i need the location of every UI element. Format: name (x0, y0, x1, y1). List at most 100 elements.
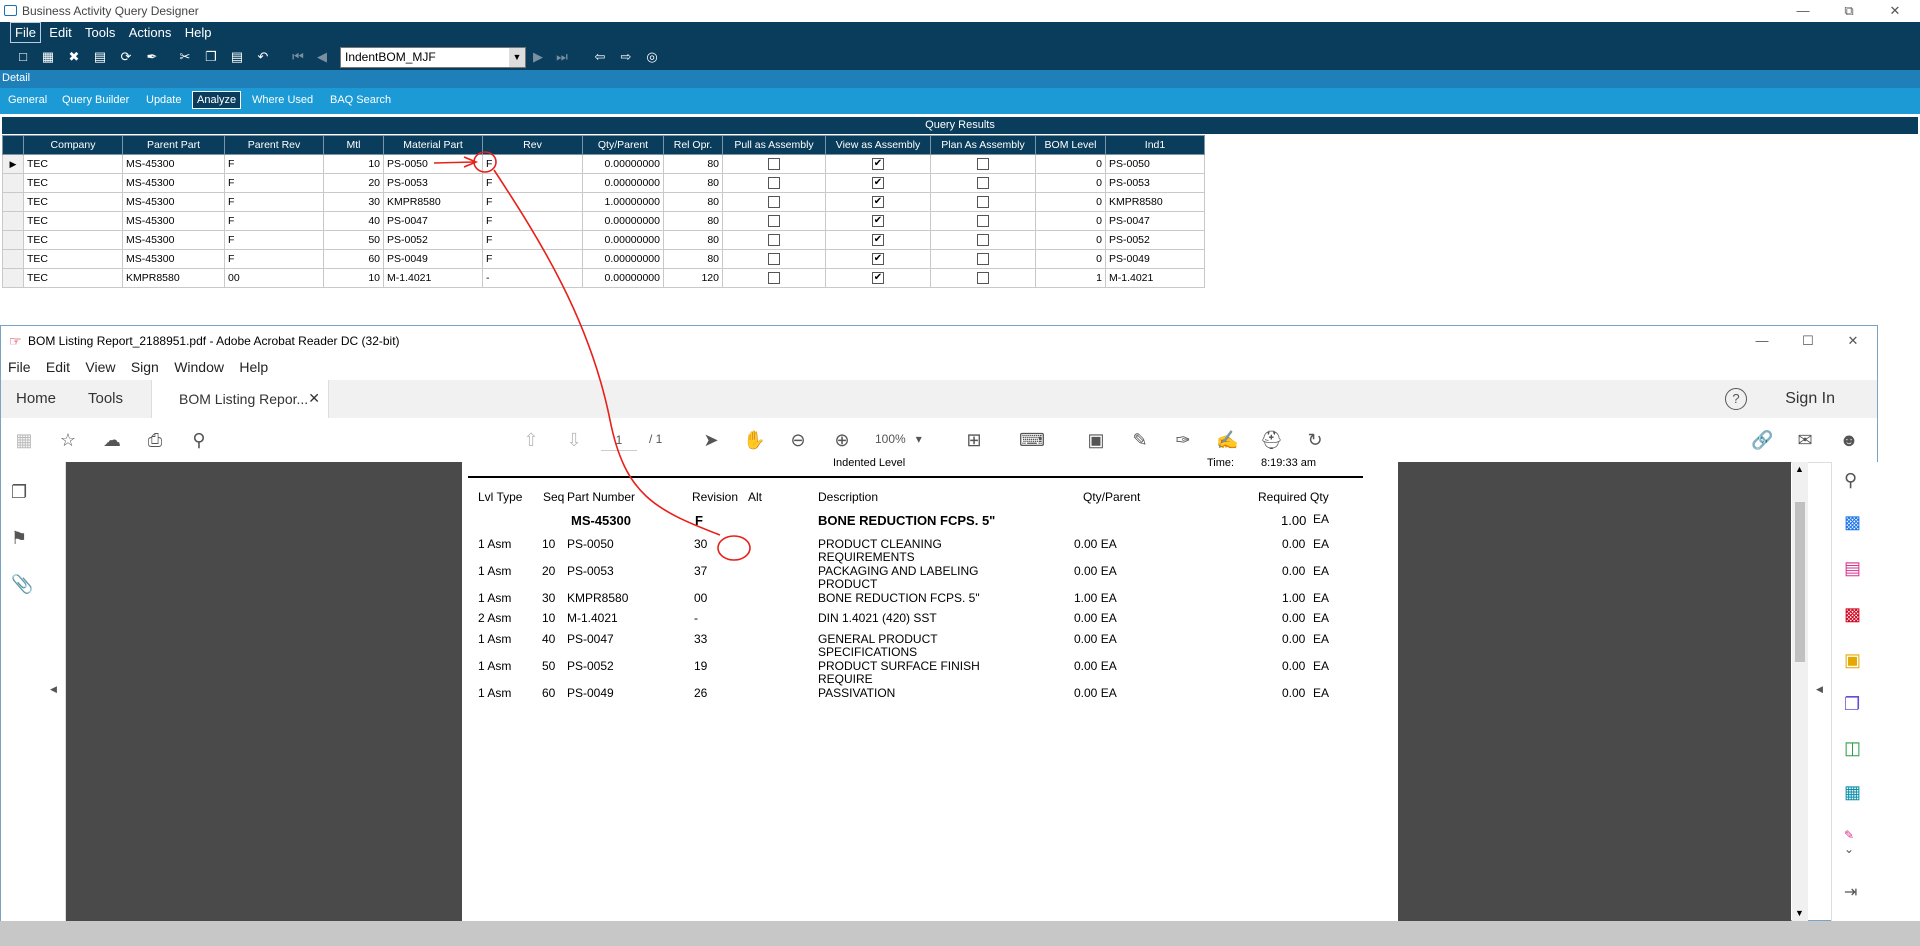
checkbox-unchecked[interactable] (977, 177, 989, 190)
table-row[interactable]: TEC MS-45300 F 40 PS-0047 F 0.00000000 80 ✔ 0 PS-0… (2, 211, 1205, 231)
refresh-icon[interactable]: ⟳ (118, 49, 134, 65)
fit-page-icon[interactable]: ⊞ (963, 430, 985, 451)
checkbox-unchecked[interactable] (768, 272, 780, 285)
table-row[interactable]: TEC MS-45300 F 20 PS-0053 F 0.00000000 80 ✔ 0 PS-0… (2, 173, 1205, 193)
cell-company[interactable]: TEC (23, 211, 123, 231)
tab-general[interactable]: General (8, 94, 47, 106)
cell-rev[interactable]: F (482, 230, 583, 250)
minimize-icon[interactable]: — (1788, 2, 1818, 20)
cell-ind1[interactable]: PS-0052 (1105, 230, 1205, 250)
cell-parent-part[interactable]: MS-45300 (122, 154, 225, 174)
upload-icon[interactable]: ☁ (101, 430, 123, 451)
star-icon[interactable]: ☆ (57, 430, 79, 451)
comment-icon[interactable]: ▣ (1085, 430, 1107, 451)
cell-ind1[interactable]: PS-0053 (1105, 173, 1205, 193)
acro-menu-help[interactable]: Help (232, 356, 273, 375)
collapse-left-icon[interactable]: ◀ (50, 684, 57, 695)
cell-parent-part[interactable]: MS-45300 (122, 249, 225, 269)
cell-company[interactable]: TEC (23, 154, 123, 174)
checkbox-unchecked[interactable] (768, 234, 780, 247)
cell-qty-parent[interactable]: 0.00000000 (582, 268, 664, 288)
cell-parent-rev[interactable]: F (224, 211, 324, 231)
scroll-mode-icon[interactable]: ⌨ (1019, 430, 1045, 451)
restore-icon[interactable]: ⧉ (1834, 2, 1864, 20)
attachment-icon[interactable]: 📎 (11, 574, 33, 595)
menu-actions[interactable]: Actions (124, 22, 177, 43)
acro-menu-file[interactable]: File (1, 356, 36, 375)
checkbox-unchecked[interactable] (977, 196, 989, 209)
tab-baq-search[interactable]: BAQ Search (330, 94, 391, 106)
col-rel-opr[interactable]: Rel Opr. (663, 135, 723, 155)
acrobat-maximize-icon[interactable]: ☐ (1793, 332, 1823, 350)
chevron-down-icon[interactable]: ▼ (509, 48, 525, 67)
search-icon[interactable]: ⚲ (188, 430, 210, 451)
cut-icon[interactable]: ✂ (177, 49, 193, 65)
page-number-input[interactable]: 1 (601, 430, 637, 451)
cell-company[interactable]: TEC (23, 230, 123, 250)
col-plan-as-assembly[interactable]: Plan As Assembly (930, 135, 1036, 155)
trash-icon[interactable]: ⛑ (1260, 430, 1283, 451)
rotate-icon[interactable]: ↻ (1304, 430, 1326, 451)
acro-menu-sign[interactable]: Sign (124, 356, 164, 375)
cell-ind1[interactable]: PS-0050 (1105, 154, 1205, 174)
table-row[interactable]: TEC MS-45300 F 60 PS-0049 F 0.00000000 80 ✔ 0 PS-0… (2, 249, 1205, 269)
collapse-right-icon[interactable]: ◀ (1816, 684, 1823, 695)
col-rev[interactable]: Rev (482, 135, 583, 155)
checkbox-unchecked[interactable] (768, 158, 780, 171)
comment-tool-icon[interactable]: ▣ (1844, 650, 1861, 671)
table-row[interactable]: TEC KMPR8580 00 10 M-1.4021-0.00000000 120 ✔ 1 M… (2, 268, 1205, 288)
cell-mtl[interactable]: 40 (323, 211, 384, 231)
cell-qty-parent[interactable]: 0.00000000 (582, 230, 664, 250)
checkbox-unchecked[interactable] (768, 196, 780, 209)
cell-qty-parent[interactable]: 1.00000000 (582, 192, 664, 212)
last-record-icon[interactable]: ⏭ (554, 49, 570, 65)
vertical-scrollbar[interactable]: ▲ ▼ (1792, 462, 1808, 921)
user-icon[interactable]: ☻ (1838, 430, 1860, 451)
highlight-icon[interactable]: ✎ (1129, 430, 1151, 451)
cell-rel-opr[interactable]: 120 (663, 268, 723, 288)
cell-mtl[interactable]: 10 (323, 154, 384, 174)
collapse-pane-icon[interactable]: ⇥ (1844, 882, 1857, 902)
cell-company[interactable]: TEC (23, 173, 123, 193)
cell-material-part[interactable]: M-1.4021 (383, 268, 483, 288)
col-ind1[interactable]: Ind1 (1105, 135, 1205, 155)
checkbox-checked[interactable]: ✔ (872, 158, 884, 171)
checkbox-checked[interactable]: ✔ (872, 177, 884, 190)
col-view-as-assembly[interactable]: View as Assembly (825, 135, 931, 155)
table-row[interactable]: TEC MS-45300 F 50 PS-0052 F 0.00000000 80 ✔ 0 PS-0… (2, 230, 1205, 250)
cell-parent-part[interactable]: MS-45300 (122, 173, 225, 193)
checkbox-checked[interactable]: ✔ (872, 253, 884, 266)
acro-menu-window[interactable]: Window (167, 356, 229, 375)
cell-rev[interactable]: - (482, 268, 583, 288)
copy-icon[interactable]: ❐ (203, 49, 219, 65)
cell-qty-parent[interactable]: 0.00000000 (582, 211, 664, 231)
close-icon[interactable]: ✕ (1880, 2, 1910, 20)
row-selector[interactable] (2, 211, 24, 231)
cell-parent-rev[interactable]: F (224, 192, 324, 212)
back-icon[interactable]: ⇦ (592, 49, 608, 65)
tab-update[interactable]: Update (146, 94, 181, 106)
cell-parent-rev[interactable]: F (224, 230, 324, 250)
tab-analyze[interactable]: Analyze (192, 91, 242, 109)
cell-rev[interactable]: F (482, 249, 583, 269)
cell-material-part[interactable]: KMPR8580 (383, 192, 483, 212)
tab-tools[interactable]: Tools (88, 390, 123, 407)
cell-parent-part[interactable]: MS-45300 (122, 192, 225, 212)
more-tools-icon[interactable]: ⌄ (1844, 842, 1854, 856)
save-icon[interactable]: ▦ (40, 49, 56, 65)
sign-in-button[interactable]: Sign In (1785, 390, 1835, 408)
cell-rev[interactable]: F (482, 154, 583, 174)
cell-rel-opr[interactable]: 80 (663, 211, 723, 231)
checkbox-checked[interactable]: ✔ (872, 215, 884, 228)
cell-rel-opr[interactable]: 80 (663, 249, 723, 269)
checkbox-checked[interactable]: ✔ (872, 196, 884, 209)
checkbox-unchecked[interactable] (977, 215, 989, 228)
cell-bom-level[interactable]: 0 (1035, 154, 1106, 174)
cell-parent-rev[interactable]: F (224, 154, 324, 174)
share-link-icon[interactable]: 🔗 (1751, 430, 1773, 451)
menu-help[interactable]: Help (180, 22, 217, 43)
cell-rel-opr[interactable]: 80 (663, 192, 723, 212)
export-pdf-icon[interactable]: ▩ (1844, 512, 1861, 533)
cell-bom-level[interactable]: 1 (1035, 268, 1106, 288)
tab-home[interactable]: Home (16, 390, 56, 407)
